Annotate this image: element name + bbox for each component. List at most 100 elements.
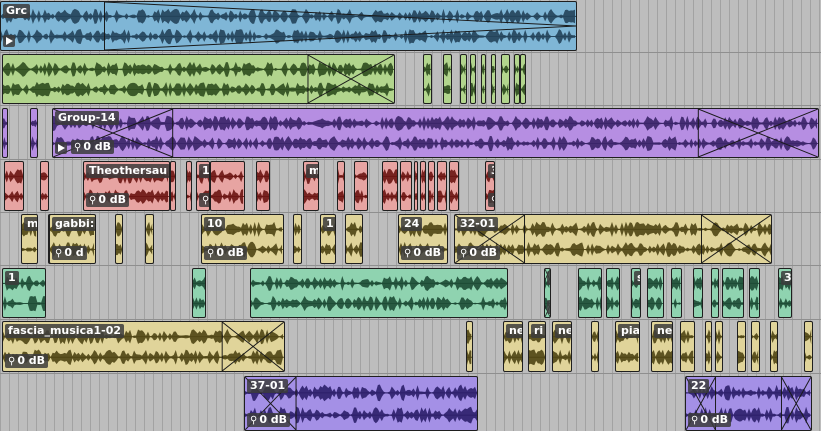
audio-region[interactable] [186,161,192,211]
audio-region[interactable]: 22 ⚲ 0 dB [685,376,812,431]
region-gain-badge[interactable]: ⚲0 dB [5,354,49,368]
audio-region[interactable]: 30 ⚲0 dB [485,161,495,211]
region-gain-badge[interactable]: ⚲0 dB [71,140,115,154]
audio-region[interactable] [293,214,302,264]
audio-region[interactable] [337,161,345,211]
gain-icon: ⚲ [55,248,63,259]
waveform-icon [771,330,777,365]
region-gain-badge[interactable]: ⚲-3.8 d [547,300,550,314]
audio-region[interactable]: ne [503,321,523,372]
audio-region[interactable] [2,108,8,158]
audio-region[interactable] [30,108,38,158]
audio-region[interactable] [40,161,49,211]
audio-region[interactable] [680,321,695,372]
audio-region[interactable] [693,268,703,318]
audio-region[interactable] [428,161,435,211]
audio-region[interactable]: pia [615,321,640,372]
audio-region[interactable] [423,54,432,104]
audio-region[interactable] [250,268,508,318]
audio-region[interactable] [501,54,510,104]
audio-region[interactable] [722,268,744,318]
region-gain-badge[interactable]: ⚲0 dB [204,246,248,260]
waveform-icon [723,276,743,310]
audio-region[interactable] [491,54,496,104]
play-icon[interactable] [3,35,15,47]
audio-region[interactable] [382,161,398,211]
region-gain-badge[interactable]: ⚲0 dB [688,413,732,427]
audio-region[interactable]: Theothersau ⚲ 0 dB [83,161,170,211]
audio-region[interactable]: ri [528,321,546,372]
audio-region[interactable]: 16 ⚲0 dB [196,161,210,211]
audio-region[interactable] [770,321,778,372]
audio-region[interactable] [400,161,412,211]
region-gain-badge[interactable]: ⚲0 dB [401,246,445,260]
play-icon[interactable] [55,142,67,154]
audio-region[interactable] [192,268,206,318]
audio-region[interactable]: 10 ⚲ 0 dB [201,214,284,264]
audio-region[interactable]: Theothe ⚲-3.8 d [544,268,551,318]
region-gain-badge[interactable]: ⚲0 dB [457,246,501,260]
audio-region[interactable]: ne [651,321,673,372]
audio-region[interactable] [671,268,682,318]
audio-region[interactable] [705,321,712,372]
region-gain-value: 0 dB [216,246,245,259]
audio-region[interactable] [606,268,620,318]
audio-region[interactable] [470,54,476,104]
audio-region[interactable]: 1 [2,268,46,318]
audio-region[interactable] [345,214,363,264]
audio-region[interactable]: 3: [778,268,792,318]
region-gain-value: 0 d [64,246,84,259]
waveform-icon [592,330,598,364]
region-gain-badge[interactable]: ⚲0 dB [488,193,494,207]
audio-region[interactable] [749,268,760,318]
audio-region[interactable]: 32-01 ⚲ 0 dB [454,214,772,264]
audio-region[interactable]: gabbi: ⚲ 0 d [49,214,96,264]
region-gain-badge[interactable]: ⚲ 0 d [52,246,87,260]
arrange-timeline[interactable]: Grc Group-14⚲0 dBTheothersau⚲0 dB 16⚲0 dB m… [0,0,821,431]
gain-icon: ⚲ [250,415,258,426]
audio-region[interactable] [520,54,526,104]
audio-region[interactable] [437,161,447,211]
audio-region[interactable] [578,268,602,318]
audio-region[interactable] [466,321,473,372]
audio-region[interactable]: st [631,268,641,318]
audio-region[interactable] [737,321,746,372]
gain-icon: ⚲ [8,356,16,367]
waveform-icon [471,62,475,97]
audio-region[interactable]: 1 [320,214,336,264]
audio-region[interactable] [4,161,24,211]
audio-region[interactable]: Grc [0,1,577,51]
region-gain-badge[interactable]: ⚲0 dB [86,193,130,207]
audio-region[interactable] [210,161,245,211]
audio-region[interactable]: 24 ⚲ 0 dB [398,214,448,264]
audio-region[interactable] [256,161,270,211]
audio-region[interactable] [715,321,723,372]
waveform-icon [401,170,411,202]
audio-region[interactable]: m [21,214,38,264]
waveform-icon [424,62,431,97]
audio-region[interactable] [449,161,459,211]
audio-region[interactable]: ne [552,321,572,372]
audio-region[interactable]: 37-01 ⚲ 0 dB [244,376,478,431]
waveform-icon [648,276,663,311]
audio-region[interactable] [414,161,418,211]
audio-region[interactable] [115,214,123,264]
region-gain-badge[interactable]: ⚲0 dB [247,413,291,427]
audio-region[interactable] [354,161,368,211]
region-gain-badge[interactable]: ⚲0 dB [199,193,209,207]
audio-region[interactable] [420,161,426,211]
audio-region[interactable] [711,268,719,318]
audio-region[interactable] [443,54,452,104]
audio-region[interactable] [145,214,154,264]
audio-region[interactable]: Group-14 ⚲ 0 dB [52,108,819,158]
audio-region[interactable]: m [303,161,319,211]
audio-region[interactable] [804,321,813,372]
audio-region[interactable] [170,161,176,211]
audio-region[interactable] [751,321,760,372]
audio-region[interactable] [481,54,486,104]
audio-region[interactable]: fascia_musica1-02 ⚲ 0 dB [2,321,285,372]
audio-region[interactable] [647,268,664,318]
audio-region[interactable] [460,54,467,104]
audio-region[interactable] [2,54,395,104]
audio-region[interactable] [591,321,599,372]
